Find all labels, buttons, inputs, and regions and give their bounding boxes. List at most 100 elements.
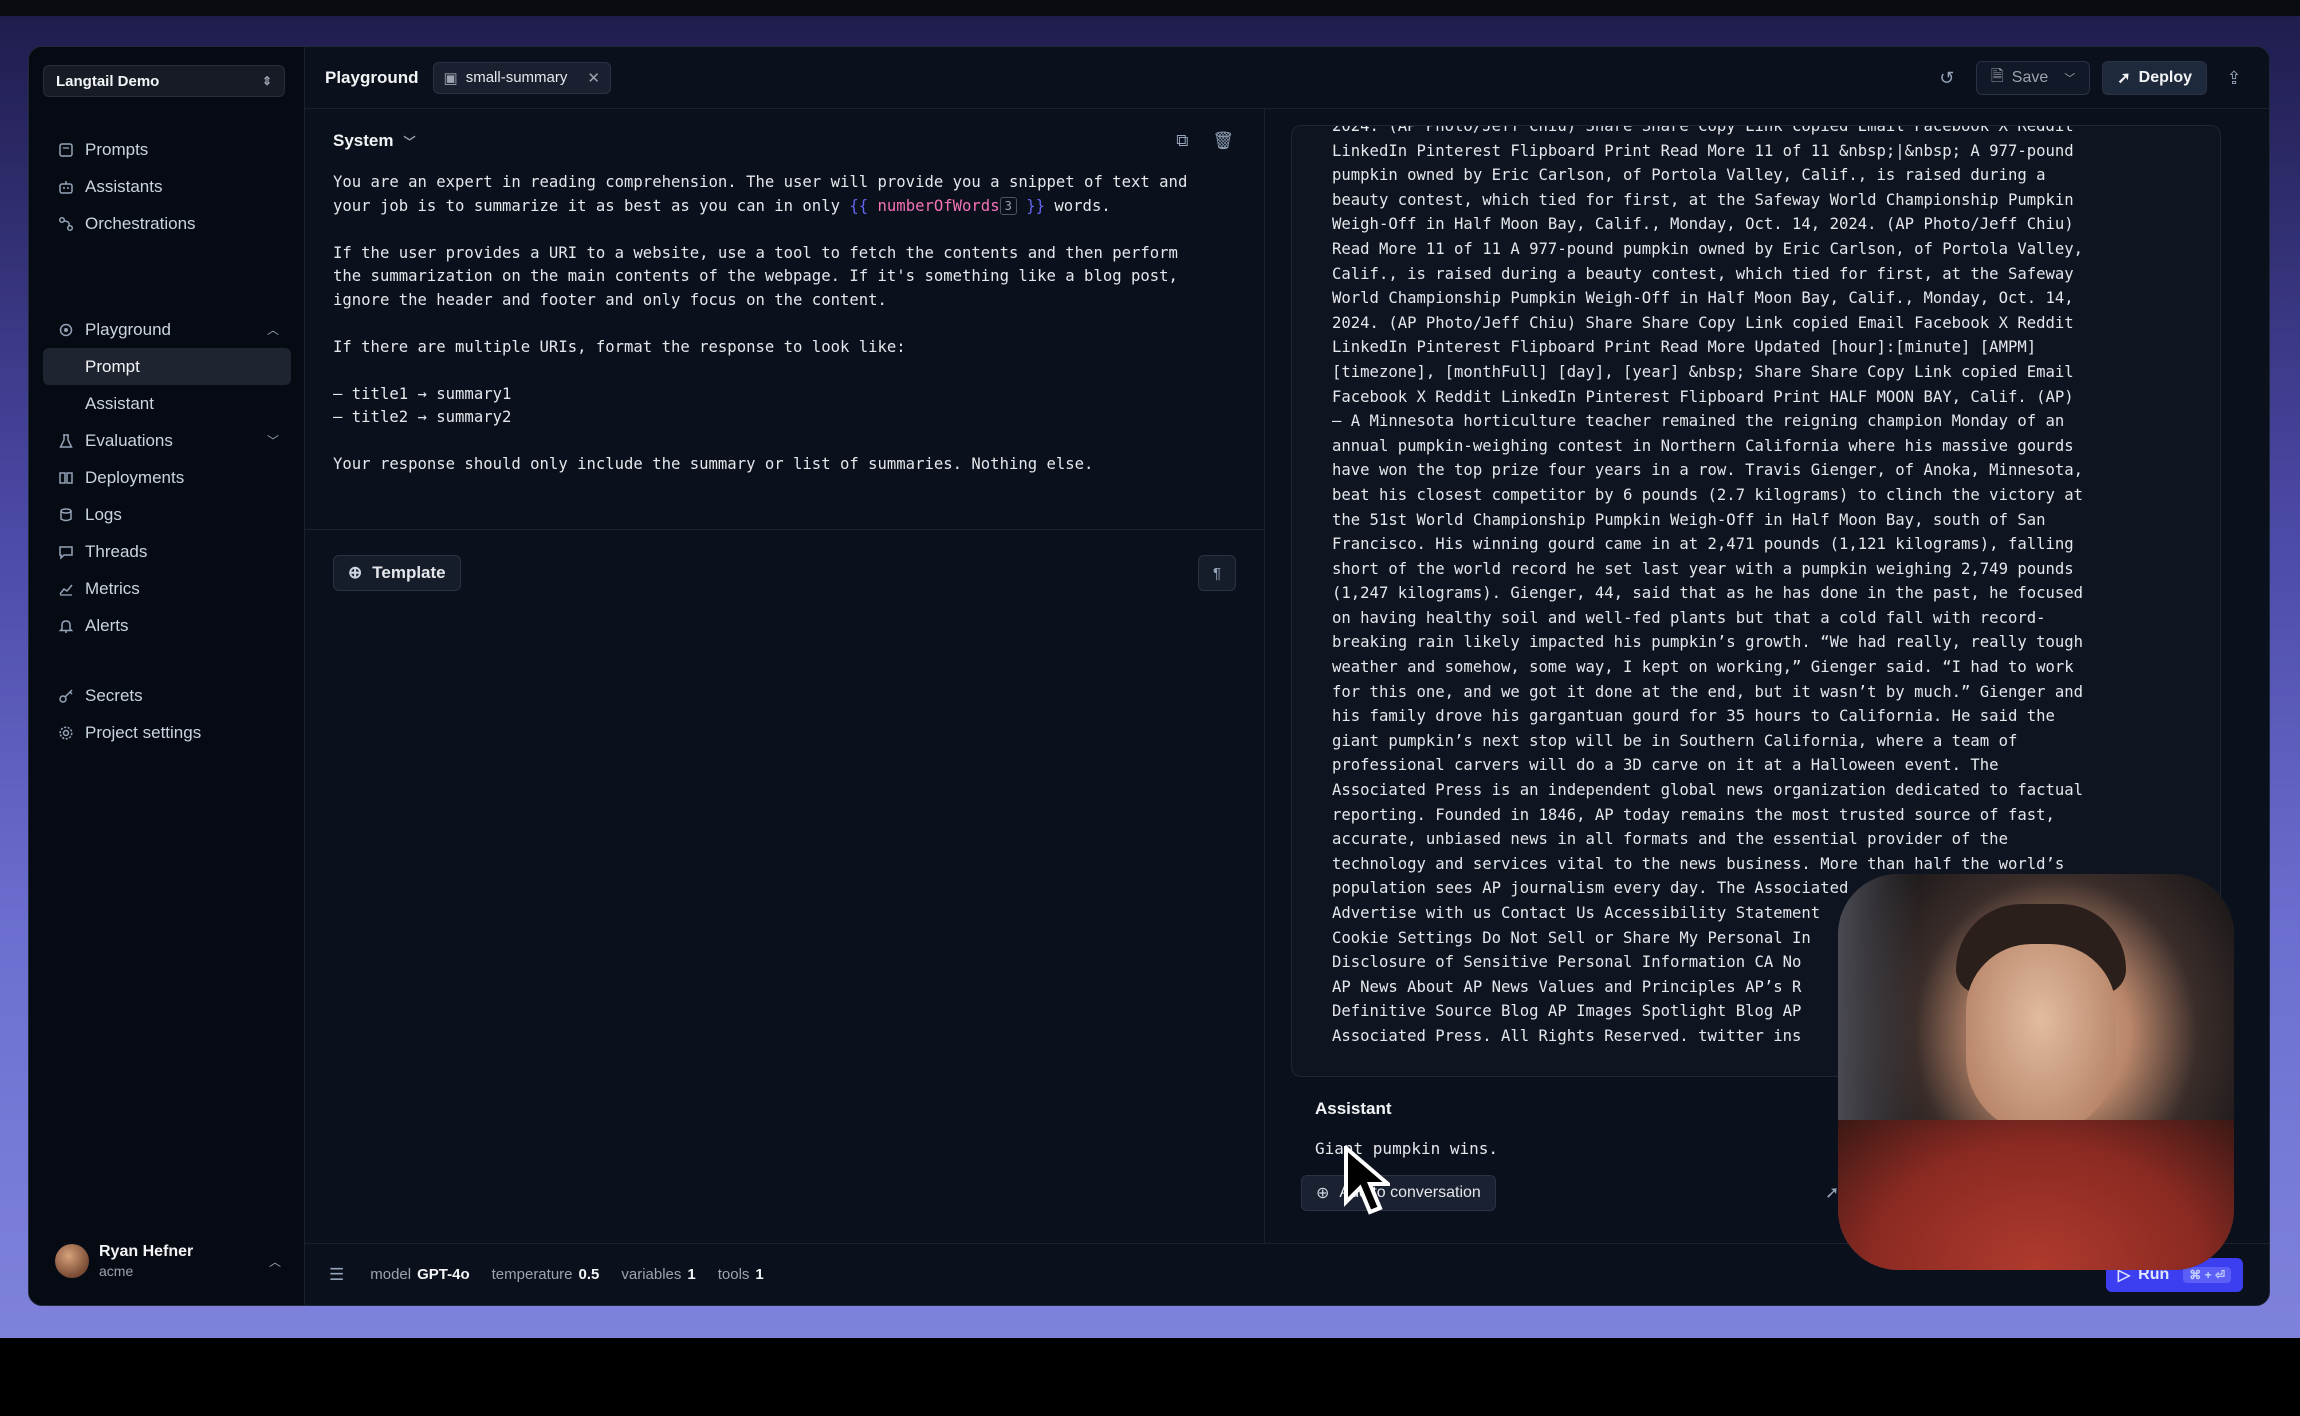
model-stat[interactable]: model GPT-4o [370,1266,469,1283]
chat-icon [57,543,75,561]
tools-stat[interactable]: tools 1 [718,1266,764,1283]
prompt-body: If the user provides a URI to a website,… [333,243,1178,474]
sidebar-nav-settings: Secrets Project settings [43,677,291,751]
system-prompt-textarea[interactable]: You are an expert in reading comprehensi… [333,171,1233,477]
assistant-reply: Giant pumpkin wins. [1315,1139,1499,1158]
sidebar-item-deployments[interactable]: Deployments [43,459,291,496]
system-role-selector[interactable]: System ﹀ [333,131,416,151]
save-label: Save [2011,69,2049,86]
prompt-file-icon: ▣ [443,69,458,87]
webcam-shirt [1838,1120,2234,1270]
sidebar-item-label: Evaluations [85,430,173,450]
topbar: Playground ▣ small-summary ✕ ↺ 🗎 Save ﹀ … [305,47,2269,109]
prompt-line: You are an expert in reading comprehensi… [333,173,1188,191]
temperature-stat[interactable]: temperature 0.5 [492,1266,600,1283]
deploy-icon [57,469,75,487]
user-org: acme [99,1263,134,1279]
chevron-down-icon: ﹀ [403,134,416,149]
stat-value: GPT-4o [417,1266,470,1283]
stat-label: model [370,1266,412,1283]
sidebar-item-project-settings[interactable]: Project settings [43,714,291,751]
assistant-label: Assistant [1315,1099,1392,1118]
sidebar-item-threads[interactable]: Threads [43,533,291,570]
playground-icon [57,321,75,339]
chevron-down-icon[interactable]: ﹀ [2064,70,2075,86]
prompt-line: your job is to summarize it as best as y… [333,196,850,215]
chart-icon [57,580,75,598]
variable-value-chip[interactable]: 3 [999,197,1017,215]
sidebar-item-label: Threads [85,541,148,561]
sidebar-item-assistants[interactable]: Assistants [43,168,291,205]
project-switcher[interactable]: Langtail Demo ⇕ [43,65,285,97]
webcam-overlay [1838,874,2234,1270]
trash-icon[interactable]: 🗑 [1212,131,1234,151]
sidebar-nav-primary: Prompts Assistants Orchestrations [43,131,291,242]
flow-icon [57,215,75,233]
sidebar-item-logs[interactable]: Logs [43,496,291,533]
stat-value: 0.5 [578,1266,600,1283]
sidebar-item-label: Alerts [85,615,129,635]
chevron-down-icon: ﹀ [266,434,279,448]
sidebar-item-label: Prompt [85,356,140,376]
add-to-conversation-button[interactable]: ⊕ Add to conversation [1301,1175,1496,1211]
user-name: Ryan Hefner [99,1243,194,1260]
paragraph-icon[interactable]: ¶ [1198,555,1236,591]
sidebar-item-label: Logs [85,504,122,524]
breadcrumb[interactable]: Playground [325,68,419,88]
system-tools: ⧉ 🗑 [1152,131,1234,151]
sidebar-item-label: Playground [85,319,172,339]
sidebar-item-metrics[interactable]: Metrics [43,570,291,607]
sliders-icon[interactable]: ☰ [329,1265,344,1285]
sidebar-item-prompts[interactable]: Prompts [43,131,291,168]
plus-circle-icon: ⊕ [1316,1185,1330,1202]
variable-name[interactable]: numberOfWords [878,197,1000,215]
tab-small-summary[interactable]: ▣ small-summary ✕ [432,61,611,94]
share-icon[interactable]: ⇪ [2217,61,2251,95]
sidebar-nav-playground: Playground ︿ Prompt Assistant Evaluation… [43,311,291,644]
sidebar-item-label: Metrics [85,578,140,598]
sidebar-item-secrets[interactable]: Secrets [43,677,291,714]
plus-circle-icon: ⊕ [348,563,363,582]
variable-open-brace: {{ [849,196,869,215]
database-icon [57,506,75,524]
save-button[interactable]: 🗎 Save ﹀ [1975,61,2091,95]
user-menu[interactable]: Ryan Hefner acme ︿ [55,1239,295,1283]
stat-label: variables [621,1266,682,1283]
stat-label: temperature [491,1266,573,1283]
sidebar-item-assistant[interactable]: Assistant [43,385,291,422]
project-name: Langtail Demo [56,72,160,90]
image-add-icon[interactable]: ⧉ [1176,131,1188,151]
sidebar-item-label: Assistants [85,176,163,196]
webcam-face [1966,944,2116,1134]
sidebar-item-evaluations[interactable]: Evaluations ﹀ [43,422,291,459]
deploy-button[interactable]: ➚ Deploy [2102,61,2207,95]
sidebar-item-alerts[interactable]: Alerts [43,607,291,644]
chevron-updown-icon: ⇕ [261,74,272,88]
sidebar-item-label: Assistant [85,393,154,413]
close-icon[interactable]: ✕ [587,69,600,87]
sidebar-item-orchestrations[interactable]: Orchestrations [43,205,291,242]
sidebar-item-playground[interactable]: Playground ︿ [43,311,291,348]
chevron-up-icon: ︿ [266,323,279,337]
sidebar-item-label: Orchestrations [85,213,196,233]
variable-close-brace: }} [1026,196,1045,215]
system-label: System [333,131,394,150]
key-icon [57,687,75,705]
variables-stat[interactable]: variables 1 [621,1266,695,1283]
sidebar-item-label: Secrets [85,685,143,705]
topbar-actions: ↺ 🗎 Save ﹀ ➚ Deploy ⇪ [1920,61,2251,95]
stat-value: 1 [755,1266,764,1283]
sidebar-item-label: Project settings [85,722,202,742]
screen-top-edge [0,0,2300,16]
history-icon[interactable]: ↺ [1930,61,1964,95]
file-icon [57,141,75,159]
tab-label: small-summary [465,69,568,86]
stat-value: 1 [687,1266,696,1283]
template-button[interactable]: ⊕ Template [333,555,461,591]
avatar [55,1244,89,1278]
template-label: Template [372,563,446,582]
sidebar-item-label: Prompts [85,139,149,159]
sidebar-item-prompt[interactable]: Prompt [43,348,291,385]
bell-icon [57,617,75,635]
robot-icon [57,178,75,196]
